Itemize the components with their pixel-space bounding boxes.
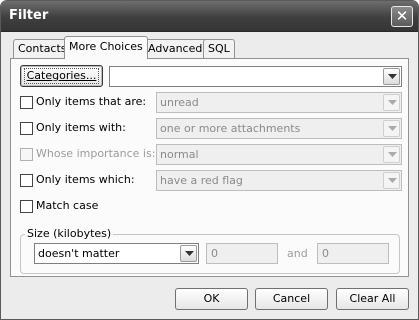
size-max-input[interactable]: 0 bbox=[317, 243, 389, 264]
window-title: Filter bbox=[9, 8, 49, 23]
only-items-that-are-select[interactable]: unread bbox=[156, 92, 402, 113]
only-items-with-select[interactable]: one or more attachments bbox=[156, 118, 402, 139]
chevron-down-icon[interactable] bbox=[383, 120, 400, 137]
only-items-that-are-checkbox[interactable] bbox=[20, 96, 33, 109]
ok-button[interactable]: OK bbox=[175, 288, 248, 310]
close-icon[interactable]: ✕ bbox=[391, 6, 413, 27]
size-min-input[interactable]: 0 bbox=[206, 243, 278, 264]
whose-importance-checkbox[interactable] bbox=[20, 148, 33, 161]
only-items-which-select[interactable]: have a red flag bbox=[156, 170, 402, 191]
chevron-down-icon[interactable] bbox=[383, 68, 400, 85]
tab-more-choices[interactable]: More Choices bbox=[64, 36, 148, 59]
chevron-down-icon[interactable] bbox=[383, 94, 400, 111]
only-items-which-label: Only items which: bbox=[36, 173, 135, 186]
only-items-which-checkbox[interactable] bbox=[20, 174, 33, 187]
match-case-checkbox[interactable] bbox=[20, 200, 33, 213]
only-items-with-value: one or more attachments bbox=[160, 122, 301, 135]
size-condition-value: doesn't matter bbox=[38, 247, 120, 260]
whose-importance-value: normal bbox=[160, 148, 199, 161]
only-items-with-checkbox[interactable] bbox=[20, 122, 33, 135]
only-items-with-label: Only items with: bbox=[36, 121, 126, 134]
only-items-which-value: have a red flag bbox=[160, 174, 243, 187]
only-items-that-are-value: unread bbox=[160, 96, 199, 109]
whose-importance-select[interactable]: normal bbox=[156, 144, 402, 165]
size-condition-select[interactable]: doesn't matter bbox=[34, 243, 199, 264]
chevron-down-icon[interactable] bbox=[383, 146, 400, 163]
categories-button[interactable]: Categories... bbox=[20, 65, 103, 87]
size-and-label: and bbox=[287, 247, 308, 260]
tab-contacts[interactable]: Contacts bbox=[13, 39, 72, 59]
cancel-button[interactable]: Cancel bbox=[255, 288, 328, 310]
filter-dialog: Filter ✕ Contacts More Choices Advanced … bbox=[0, 0, 419, 320]
categories-input[interactable] bbox=[109, 66, 402, 87]
tab-advanced[interactable]: Advanced bbox=[143, 39, 208, 59]
only-items-that-are-label: Only items that are: bbox=[36, 95, 147, 108]
chevron-down-icon[interactable] bbox=[180, 245, 197, 262]
whose-importance-label: Whose importance is: bbox=[36, 147, 156, 160]
clear-all-button[interactable]: Clear All bbox=[336, 288, 409, 310]
size-legend: Size (kilobytes) bbox=[25, 227, 114, 240]
chevron-down-icon[interactable] bbox=[383, 172, 400, 189]
title-bar: Filter ✕ bbox=[1, 1, 418, 32]
match-case-label: Match case bbox=[36, 199, 99, 212]
tab-sql[interactable]: SQL bbox=[203, 39, 235, 59]
